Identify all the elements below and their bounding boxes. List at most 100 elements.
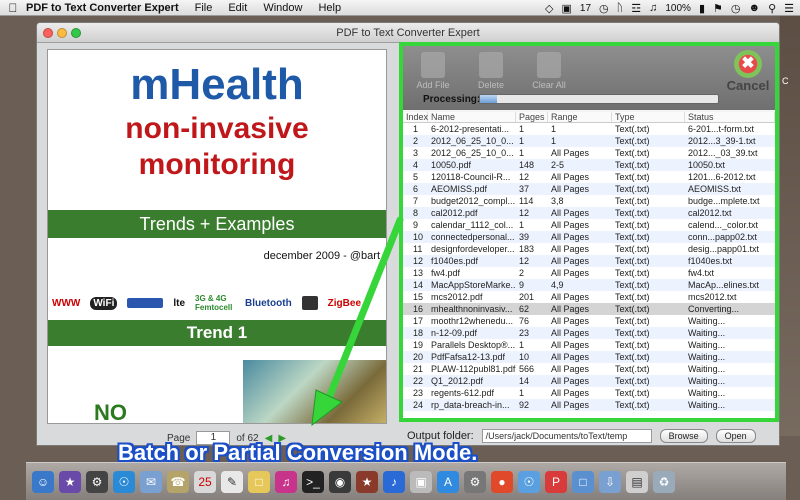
safari-icon[interactable]: ☉ xyxy=(113,470,135,493)
downloads-icon[interactable]: ⇩ xyxy=(599,470,621,493)
table-row[interactable]: 7 budget2012_compl... 114 3,8 Text(.txt) budg… xyxy=(403,195,775,207)
table-row[interactable]: 5 120118-Council-R... 12 All Pages Text(.txt… xyxy=(403,171,775,183)
title-bar[interactable]: PDF to Text Converter Expert xyxy=(37,23,779,43)
add-file-label: Add File xyxy=(416,80,450,90)
table-row[interactable]: 12 f1040es.pdf 12 All Pages Text(.txt) f1040e… xyxy=(403,255,775,267)
table-row[interactable]: 20 PdfFafsa12-13.pdf 10 All Pages Text(.txt)… xyxy=(403,351,775,363)
close-icon[interactable] xyxy=(43,28,53,38)
clear-all-label: Clear All xyxy=(532,80,566,90)
col-index[interactable]: Index xyxy=(403,112,428,122)
cell-status: Waiting... xyxy=(688,340,726,350)
add-file-button[interactable]: Add File xyxy=(411,52,455,90)
col-type[interactable]: Type xyxy=(612,112,685,122)
user-icon[interactable]: ☻ xyxy=(748,2,760,14)
preview-no-text: NO xyxy=(94,400,127,424)
menu-window[interactable]: Window xyxy=(263,2,302,14)
table-row[interactable]: 14 MacAppStoreMarke... 9 4,9 Text(.txt) MacAp… xyxy=(403,279,775,291)
delete-button[interactable]: Delete xyxy=(469,52,513,90)
table-row[interactable]: 3 2012_06_25_10_0... 1 All Pages Text(.txt) 2… xyxy=(403,147,775,159)
search-icon[interactable]: ⚲ xyxy=(768,2,776,15)
mail-icon[interactable]: ✉ xyxy=(140,470,162,493)
system-preferences-icon[interactable]: ⚙ xyxy=(464,470,486,493)
volume-icon[interactable]: ♫ xyxy=(649,2,657,14)
cell-status: 2012..._03_39.txt xyxy=(688,148,758,158)
table-row[interactable]: 24 rp_data-breach-in... 92 All Pages Text(.t… xyxy=(403,399,775,411)
table-row[interactable]: 23 regents-612.pdf 1 All Pages Text(.txt) Wai… xyxy=(403,387,775,399)
table-row[interactable]: 6 AEOMISS.pdf 37 All Pages Text(.txt) AEOMISS… xyxy=(403,183,775,195)
wifi-icon[interactable]: ☲ xyxy=(631,2,641,15)
table-row[interactable]: 17 moothr12whenedu... 76 All Pages Text(.txt… xyxy=(403,315,775,327)
stickies-icon[interactable]: □ xyxy=(248,470,270,493)
cell-type: Text(.txt) xyxy=(615,124,650,134)
pdf-converter-icon[interactable]: P xyxy=(545,470,567,493)
menu-edit[interactable]: Edit xyxy=(228,2,247,14)
chrome-icon[interactable]: ● xyxy=(491,470,513,493)
dropbox-icon[interactable]: ◇ xyxy=(545,2,553,15)
menu-help[interactable]: Help xyxy=(318,2,341,14)
cancel-button[interactable]: ✖ Cancel xyxy=(725,50,771,93)
globe-icon[interactable]: ☉ xyxy=(518,470,540,493)
finder-icon[interactable]: ☺ xyxy=(32,470,54,493)
imovie-icon[interactable]: ★ xyxy=(356,470,378,493)
table-row[interactable]: 21 PLAW-112publ81.pdf 566 All Pages Text(.tx… xyxy=(403,363,775,375)
calendar-icon[interactable]: 25 xyxy=(194,470,216,493)
list-icon[interactable]: ☰ xyxy=(784,2,794,15)
app-store-icon[interactable]: A xyxy=(437,470,459,493)
zoom-icon[interactable] xyxy=(71,28,81,38)
itunes-icon[interactable]: ♫ xyxy=(275,470,297,493)
browse-button[interactable]: Browse xyxy=(659,429,708,443)
table-row[interactable]: 15 mcs2012.pdf 201 All Pages Text(.txt) mcs20… xyxy=(403,291,775,303)
table-row[interactable]: 22 Q1_2012.pdf 14 All Pages Text(.txt) Waitin… xyxy=(403,375,775,387)
clock-icon[interactable]: ◷ xyxy=(731,2,741,15)
system-icon[interactable]: ⚙ xyxy=(86,470,108,493)
trash-dock-icon[interactable]: ♻ xyxy=(653,470,675,493)
app-menu[interactable]: PDF to Text Converter Expert xyxy=(26,2,179,14)
menu-file[interactable]: File xyxy=(195,2,213,14)
cell-name: PLAW-112publ81.pdf xyxy=(431,364,516,374)
monitor-icon[interactable]: ▣ xyxy=(561,2,571,15)
table-row[interactable]: 16 mhealthnoninvasiv... 62 All Pages Text(.t… xyxy=(403,303,775,315)
cell-status: Waiting... xyxy=(688,328,726,338)
photo-booth-icon[interactable]: ◉ xyxy=(329,470,351,493)
cell-status: 10050.txt xyxy=(688,160,726,170)
col-status[interactable]: Status xyxy=(685,112,775,122)
cell-status: Waiting... xyxy=(688,364,726,374)
cell-name: rp_data-breach-in... xyxy=(431,400,510,410)
notes-icon[interactable]: ✎ xyxy=(221,470,243,493)
cell-range: All Pages xyxy=(551,292,590,302)
cell-status: 2012...3_39-1.txt xyxy=(688,136,756,146)
battery-icon[interactable]: ▮ xyxy=(699,2,705,15)
table-row[interactable]: 13 fw4.pdf 2 All Pages Text(.txt) fw4.txt xyxy=(403,267,775,279)
battery-percent[interactable]: 100% xyxy=(665,3,691,14)
preview-icon[interactable]: ▣ xyxy=(410,470,432,493)
documents-icon[interactable]: ▤ xyxy=(626,470,648,493)
open-button[interactable]: Open xyxy=(715,429,756,443)
table-row[interactable]: 19 Parallels Desktop®... 1 All Pages Text(.t… xyxy=(403,339,775,351)
add-file-icon xyxy=(421,52,445,78)
table-row[interactable]: 4 10050.pdf 148 2-5 Text(.txt) 10050.txt xyxy=(403,159,775,171)
music-icon[interactable]: ♪ xyxy=(383,470,405,493)
col-pages[interactable]: Pages xyxy=(516,112,548,122)
table-row[interactable]: 18 n-12-09.pdf 23 All Pages Text(.txt) Waitin… xyxy=(403,327,775,339)
timemachine-icon[interactable]: ◷ xyxy=(599,2,609,15)
col-name[interactable]: Name xyxy=(428,112,516,122)
cell-pages: 37 xyxy=(519,184,530,194)
minimize-icon[interactable] xyxy=(57,28,67,38)
flag-icon[interactable]: ⚑ xyxy=(713,2,723,15)
output-folder-field[interactable]: /Users/jack/Documents/toText/temp xyxy=(481,429,652,443)
terminal-icon[interactable]: >_ xyxy=(302,470,324,493)
bluetooth-icon[interactable]: ᚢ xyxy=(617,2,624,14)
apple-icon[interactable]:  xyxy=(0,1,26,15)
col-range[interactable]: Range xyxy=(548,112,612,122)
file-table[interactable]: Index Name Pages Range Type Status 1 6-20… xyxy=(403,112,775,418)
clear-all-button[interactable]: Clear All xyxy=(527,52,571,90)
table-row[interactable]: 10 connectedpersonal... 39 All Pages Text(.t… xyxy=(403,231,775,243)
table-row[interactable]: 8 cal2012.pdf 12 All Pages Text(.txt) cal2012… xyxy=(403,207,775,219)
table-row[interactable]: 11 designfordeveloper... 183 All Pages Text(… xyxy=(403,243,775,255)
folder-icon[interactable]: □ xyxy=(572,470,594,493)
contacts-icon[interactable]: ☎ xyxy=(167,470,189,493)
launchpad-icon[interactable]: ★ xyxy=(59,470,81,493)
table-row[interactable]: 9 calendar_1112_col... 1 All Pages Text(.txt… xyxy=(403,219,775,231)
table-row[interactable]: 2 2012_06_25_10_0... 1 1 Text(.txt) 2012...3_… xyxy=(403,135,775,147)
table-row[interactable]: 1 6-2012-presentati... 1 1 Text(.txt) 6-201..… xyxy=(403,123,775,135)
